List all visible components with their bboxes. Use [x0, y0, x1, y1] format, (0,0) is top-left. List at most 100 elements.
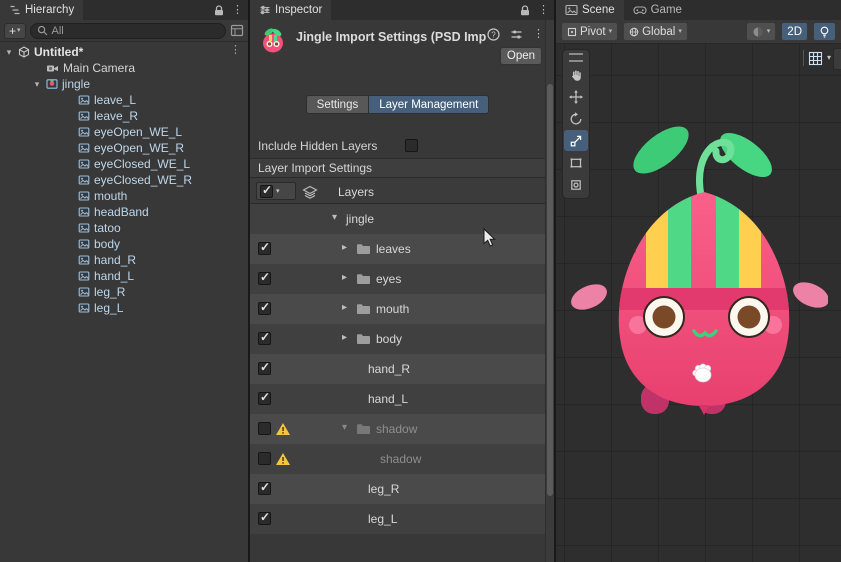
grid-visibility-icon[interactable] [808, 51, 823, 66]
scene-menu-icon[interactable]: ⋮ [230, 45, 241, 56]
tree-row-child[interactable]: hand_R [0, 252, 248, 268]
search-input[interactable]: All [29, 22, 226, 39]
scene-lighting-button[interactable] [813, 22, 836, 41]
rect-tool[interactable] [564, 152, 588, 173]
component-menu-icon[interactable]: ⋮ [533, 29, 544, 40]
tree-row-child[interactable]: leg_R [0, 284, 248, 300]
pivot-dropdown[interactable]: Pivot ▾ [561, 22, 619, 41]
layer-checkbox[interactable]: ✓ [258, 480, 271, 495]
layer-checkbox[interactable]: ✓ [258, 390, 271, 405]
chevron-down-icon[interactable]: ▾ [332, 212, 337, 223]
tree-row-child[interactable]: tatoo [0, 220, 248, 236]
layer-row-eyes[interactable]: ✓ ▸ eyes [250, 264, 545, 294]
layer-row-shadow-group[interactable]: ▾ shadow [250, 414, 545, 444]
lock-icon[interactable] [213, 4, 225, 16]
chevron-right-icon[interactable]: ▸ [342, 242, 347, 253]
tab-inspector[interactable]: Inspector [250, 0, 332, 20]
chevron-right-icon[interactable]: ▸ [342, 332, 347, 343]
tree-row-child[interactable]: leave_L [0, 92, 248, 108]
folder-icon [357, 334, 370, 344]
overlay-drag-handle[interactable] [569, 53, 583, 62]
tree-row-child[interactable]: leg_L [0, 300, 248, 316]
pivot-icon [567, 27, 577, 36]
transform-tool[interactable] [564, 174, 588, 195]
hierarchy-tabbar: Hierarchy ⋮ [0, 0, 248, 20]
object-label: tatoo [94, 221, 121, 235]
layer-row-leg-l[interactable]: ✓ leg_L [250, 504, 545, 534]
layer-checkbox[interactable]: ✓ [258, 360, 271, 375]
tree-row-child[interactable]: body [0, 236, 248, 252]
help-icon[interactable]: ? [487, 28, 500, 41]
docked-overlay-edge[interactable] [833, 48, 841, 70]
layer-row-hand-l[interactable]: ✓ hand_L [250, 384, 545, 414]
open-button[interactable]: Open [500, 47, 542, 65]
create-object-button[interactable]: + ▾ [4, 22, 26, 39]
tree-row-child[interactable]: mouth [0, 188, 248, 204]
chevron-right-icon[interactable]: ▸ [342, 302, 347, 313]
layer-row-hand-r[interactable]: ✓ hand_R [250, 354, 545, 384]
tab-game[interactable]: Game [624, 0, 691, 20]
tab-hierarchy[interactable]: Hierarchy [0, 0, 84, 20]
tree-row-child[interactable]: eyeClosed_WE_R [0, 172, 248, 188]
layer-checkbox[interactable]: ✓ [258, 270, 271, 285]
toggle-all-checkbox[interactable]: ✓ [260, 183, 273, 198]
chevron-down-icon[interactable]: ▾ [342, 422, 347, 433]
tree-row-child[interactable]: hand_L [0, 268, 248, 284]
view-options-dropdown[interactable]: ▾ [745, 22, 777, 41]
inspector-scrollbar[interactable] [545, 20, 554, 562]
layer-checkbox[interactable]: ✓ [258, 240, 271, 255]
chevron-down-icon[interactable]: ▾ [4, 47, 14, 58]
move-tool[interactable] [564, 86, 588, 107]
include-hidden-layers-checkbox[interactable] [405, 139, 418, 152]
chevron-down-icon[interactable]: ▾ [32, 79, 42, 90]
tree-row-main-camera[interactable]: Main Camera [0, 60, 248, 76]
chevron-down-icon[interactable]: ▾ [827, 54, 831, 62]
layer-row-leaves[interactable]: ✓ ▸ leaves [250, 234, 545, 264]
tree-row-jingle[interactable]: ▾ jingle [0, 76, 248, 92]
scene-panel: Scene Game Pivot ▾ Global ▾ ▾ 2D ▾ [556, 0, 841, 562]
tree-row-child[interactable]: eyeOpen_WE_L [0, 124, 248, 140]
presets-icon[interactable] [510, 28, 523, 41]
layer-checkbox[interactable] [258, 422, 271, 435]
global-dropdown[interactable]: Global ▾ [623, 22, 688, 41]
layer-checkbox[interactable]: ✓ [258, 330, 271, 345]
layer-row-leg-r[interactable]: ✓ leg_R [250, 474, 545, 504]
layer-row-body[interactable]: ✓ ▸ body [250, 324, 545, 354]
chevron-right-icon[interactable]: ▸ [342, 272, 347, 283]
tree-row-child[interactable]: headBand [0, 204, 248, 220]
gamepad-icon [633, 6, 647, 15]
lock-icon[interactable] [519, 4, 531, 16]
scene-viewport[interactable]: ▾ [556, 44, 841, 562]
panel-menu-icon[interactable]: ⋮ [538, 4, 549, 16]
inspector-panel: Inspector ⋮ Jingle Import Settings (PSD … [250, 0, 554, 562]
toggle-all-dropdown[interactable]: ✓ ▾ [256, 182, 296, 200]
folder-icon [357, 304, 370, 314]
scene-name: Untitled* [34, 45, 84, 59]
layer-row-mouth[interactable]: ✓ ▸ mouth [250, 294, 545, 324]
layer-row-shadow[interactable]: shadow [250, 444, 545, 474]
inspector-icon [260, 5, 270, 15]
tab-scene[interactable]: Scene [556, 0, 624, 20]
chevron-down-icon: ▾ [608, 28, 613, 35]
tree-row-child[interactable]: leave_R [0, 108, 248, 124]
rotate-tool[interactable] [564, 108, 588, 129]
panel-menu-icon[interactable]: ⋮ [232, 4, 243, 16]
search-filter-icon[interactable] [230, 24, 244, 37]
layer-checkbox[interactable]: ✓ [258, 510, 271, 525]
hand-tool[interactable] [564, 64, 588, 85]
tab-layer-management[interactable]: Layer Management [368, 95, 490, 114]
tree-row-child[interactable]: eyeOpen_WE_R [0, 140, 248, 156]
layer-checkbox[interactable] [258, 452, 271, 465]
layers-table: ▾ jingle ✓ ▸ leaves ✓ ▸ eyes ✓ ▸ mouth ✓… [250, 204, 545, 534]
scrollbar-thumb[interactable] [547, 84, 553, 496]
unity-editor: Hierarchy ⋮ + ▾ All ▾ Untitled* ⋮ Main C… [0, 0, 841, 562]
tree-row-child[interactable]: eyeClosed_WE_L [0, 156, 248, 172]
tab-settings[interactable]: Settings [305, 95, 369, 114]
layer-checkbox[interactable]: ✓ [258, 300, 271, 315]
toggle-2d-button[interactable]: 2D [781, 22, 808, 41]
layer-row-jingle[interactable]: ▾ jingle [250, 204, 545, 234]
layer-import-settings-header: Layer Import Settings [250, 158, 545, 177]
tree-row-scene[interactable]: ▾ Untitled* ⋮ [0, 44, 248, 60]
object-label: headBand [94, 205, 149, 219]
scale-tool[interactable] [564, 130, 588, 151]
